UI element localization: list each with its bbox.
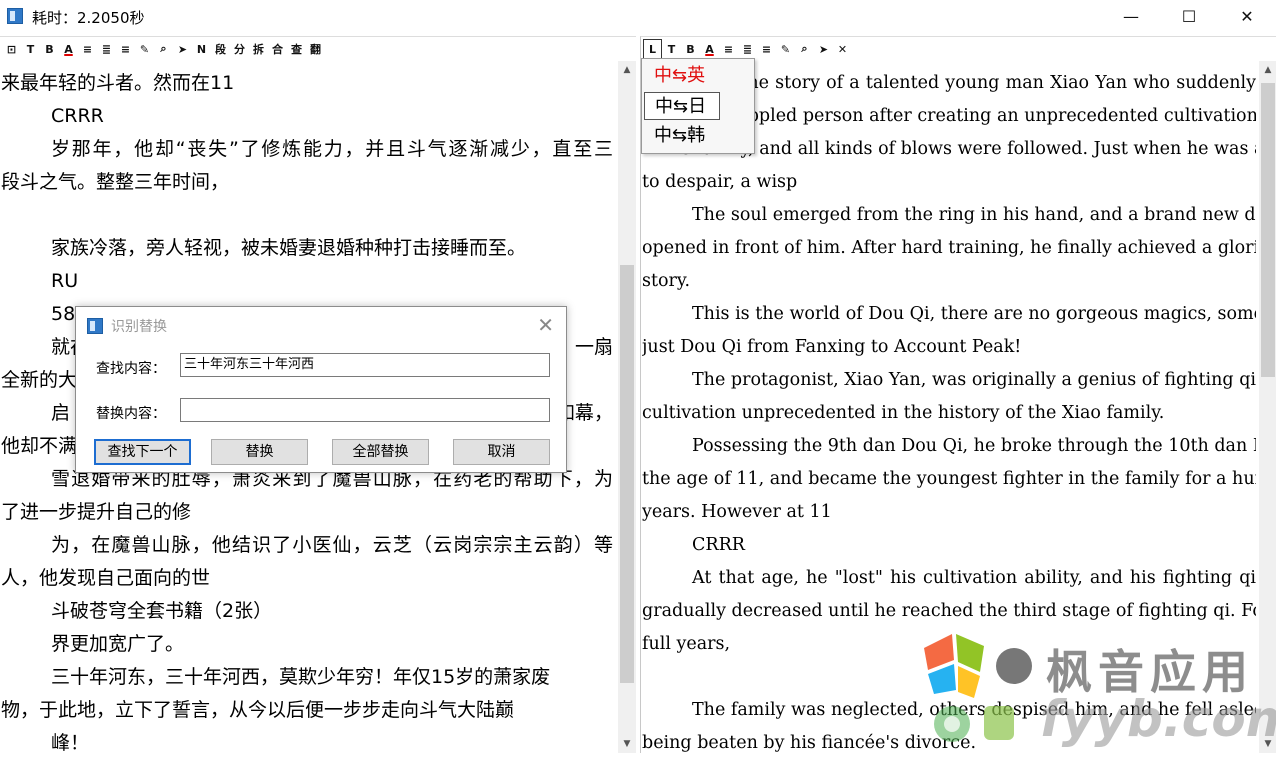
text-line: the age of 11, and became the youngest f…	[642, 469, 1256, 489]
align-right-icon[interactable]: ≡	[757, 39, 776, 59]
justify-icon[interactable]: ≣	[738, 39, 757, 59]
send-icon[interactable]: ➤	[173, 39, 192, 59]
text-line: full years,	[642, 634, 731, 654]
text-line: 岁那年，他却“丧失”了修炼能力，并且斗气逐渐减少，直至三	[51, 138, 613, 160]
dialog-icon	[87, 318, 103, 334]
text-line: 三十年河东，三十年河西，莫欺少年穷！年仅15岁的萧家废	[51, 666, 551, 688]
text-line: The protagonist, Xiao Yan, was originall…	[692, 370, 1256, 390]
text-line: 界更加宽广了。	[51, 633, 185, 655]
text-line: cultivation unprecedented in the history…	[642, 403, 1165, 423]
minimize-button[interactable]: —	[1102, 0, 1160, 33]
split-icon[interactable]: 分	[230, 39, 249, 59]
menu-item-zh-ja[interactable]: 中⇆日	[644, 92, 720, 120]
text-line: being beaten by his fiancée's divorce.	[642, 733, 977, 753]
text-icon[interactable]: T	[662, 39, 681, 59]
right-scrollbar[interactable]: ▲ ▼	[1259, 61, 1276, 753]
text-line: 段斗之气。整整三年时间，	[1, 171, 230, 193]
text-line: just Dou Qi from Fanxing to Account Peak…	[642, 337, 1022, 357]
font-color-icon[interactable]: A	[59, 39, 78, 59]
text-line: At that age, he "lost" his cultivation a…	[692, 568, 1256, 588]
text-line: 来最年轻的斗者。然而在11	[1, 72, 235, 94]
send-icon[interactable]: ➤	[814, 39, 833, 59]
left-scrollbar[interactable]: ▲ ▼	[618, 61, 636, 753]
text-line: to despair, a wisp	[642, 172, 798, 192]
translate-icon[interactable]: 翻	[306, 39, 325, 59]
scroll-thumb[interactable]	[620, 265, 634, 683]
replace-button[interactable]: 替换	[211, 439, 308, 465]
align-right-icon[interactable]: ≡	[116, 39, 135, 59]
app-icon	[7, 8, 23, 24]
text-line: This is the world of Dou Qi, there are n…	[692, 304, 1256, 324]
scroll-up-icon[interactable]: ▲	[1259, 61, 1276, 79]
scroll-down-icon[interactable]: ▼	[1259, 735, 1276, 753]
dialog-close-icon[interactable]: ✕	[537, 313, 554, 337]
text-line: 人，他发现自己面向的世	[1, 567, 211, 589]
text-line	[1, 199, 613, 232]
search-icon[interactable]: ⌕	[154, 39, 173, 59]
find-label: 查找内容：	[96, 361, 166, 377]
bold-icon[interactable]: B	[40, 39, 59, 59]
find-replace-dialog: 识别替换 ✕ 查找内容： 三十年河东三十年河西 替换内容： 查找下一个 替换 全…	[75, 306, 567, 473]
clear-icon[interactable]: ⊡	[2, 39, 21, 59]
dialog-title: 识别替换	[111, 319, 167, 335]
text-line: 斗破苍穹全套书籍（2张）	[51, 600, 273, 622]
text-line: gradually decreased until he reached the…	[642, 601, 1256, 621]
find-next-button[interactable]: 查找下一个	[94, 439, 191, 465]
lookup-icon[interactable]: 查	[287, 39, 306, 59]
text-line: The soul emerged from the ring in his ha…	[692, 205, 1256, 225]
n-icon[interactable]: N	[192, 39, 211, 59]
cancel-button[interactable]: 取消	[453, 439, 550, 465]
bold-icon[interactable]: B	[681, 39, 700, 59]
menu-item-zh-ko[interactable]: 中⇆韩	[644, 122, 720, 150]
text-line: 物，于此地，立下了誓言，从今以后便一步步走向斗气大陆巅	[1, 699, 515, 721]
translation-text-area[interactable]: the story of a talented young man Xiao Y…	[642, 67, 1256, 760]
text-line: 家族冷落，旁人轻视，被未婚妻退婚种种打击接睡而至。	[51, 237, 527, 259]
text-line: The family was neglected, others despise…	[692, 700, 1256, 720]
text-line: 为，在魔兽山脉，他结识了小医仙，云芝（云岗宗宗主云韵）等	[51, 534, 613, 556]
maximize-button[interactable]: ☐	[1160, 0, 1218, 33]
scroll-down-icon[interactable]: ▼	[618, 735, 636, 753]
paragraph-icon[interactable]: 段	[211, 39, 230, 59]
justify-icon[interactable]: ≣	[97, 39, 116, 59]
close-icon[interactable]: ✕	[833, 39, 852, 59]
menu-item-zh-en[interactable]: 中⇆英	[644, 62, 720, 90]
unmerge-icon[interactable]: 拆	[249, 39, 268, 59]
text-line: CRRR	[51, 105, 104, 127]
scroll-thumb[interactable]	[1261, 83, 1275, 377]
replace-input[interactable]	[180, 398, 550, 422]
text-line: 了进一步提升自己的修	[1, 501, 192, 523]
text-line: 峰！	[51, 732, 90, 754]
scroll-up-icon[interactable]: ▲	[618, 61, 636, 79]
text-line	[642, 661, 1256, 694]
search-icon[interactable]: ⌕	[795, 39, 814, 59]
replace-label: 替换内容：	[96, 406, 166, 422]
title-bar: 耗时：2.2050秒 — ☐ ✕	[0, 0, 1276, 33]
merge-icon[interactable]: 合	[268, 39, 287, 59]
find-input[interactable]: 三十年河东三十年河西	[180, 353, 550, 377]
language-menu: 中⇆英 中⇆日 中⇆韩	[641, 58, 755, 154]
text-line: opened in front of him. After hard train…	[642, 238, 1256, 258]
text-line: years. However at 11	[642, 502, 832, 522]
replace-all-button[interactable]: 全部替换	[332, 439, 429, 465]
palette-icon[interactable]: ✎	[135, 39, 154, 59]
text-line: RU	[51, 270, 79, 292]
align-left-icon[interactable]: ≡	[78, 39, 97, 59]
left-toolbar: ⊡ T B A ≡ ≣ ≡ ✎ ⌕ ➤ N 段分拆合查翻	[0, 37, 325, 61]
text-line: CRRR	[692, 535, 745, 555]
align-left-icon[interactable]: ≡	[719, 39, 738, 59]
text-icon[interactable]: T	[21, 39, 40, 59]
font-color-icon[interactable]: A	[700, 39, 719, 59]
text-line: Possessing the 9th dan Dou Qi, he broke …	[692, 436, 1256, 456]
window-title: 耗时：2.2050秒	[32, 9, 145, 27]
close-window-button[interactable]: ✕	[1218, 0, 1276, 33]
palette-icon[interactable]: ✎	[776, 39, 795, 59]
language-toggle-icon[interactable]: L	[643, 39, 662, 59]
text-line: story.	[642, 271, 691, 291]
